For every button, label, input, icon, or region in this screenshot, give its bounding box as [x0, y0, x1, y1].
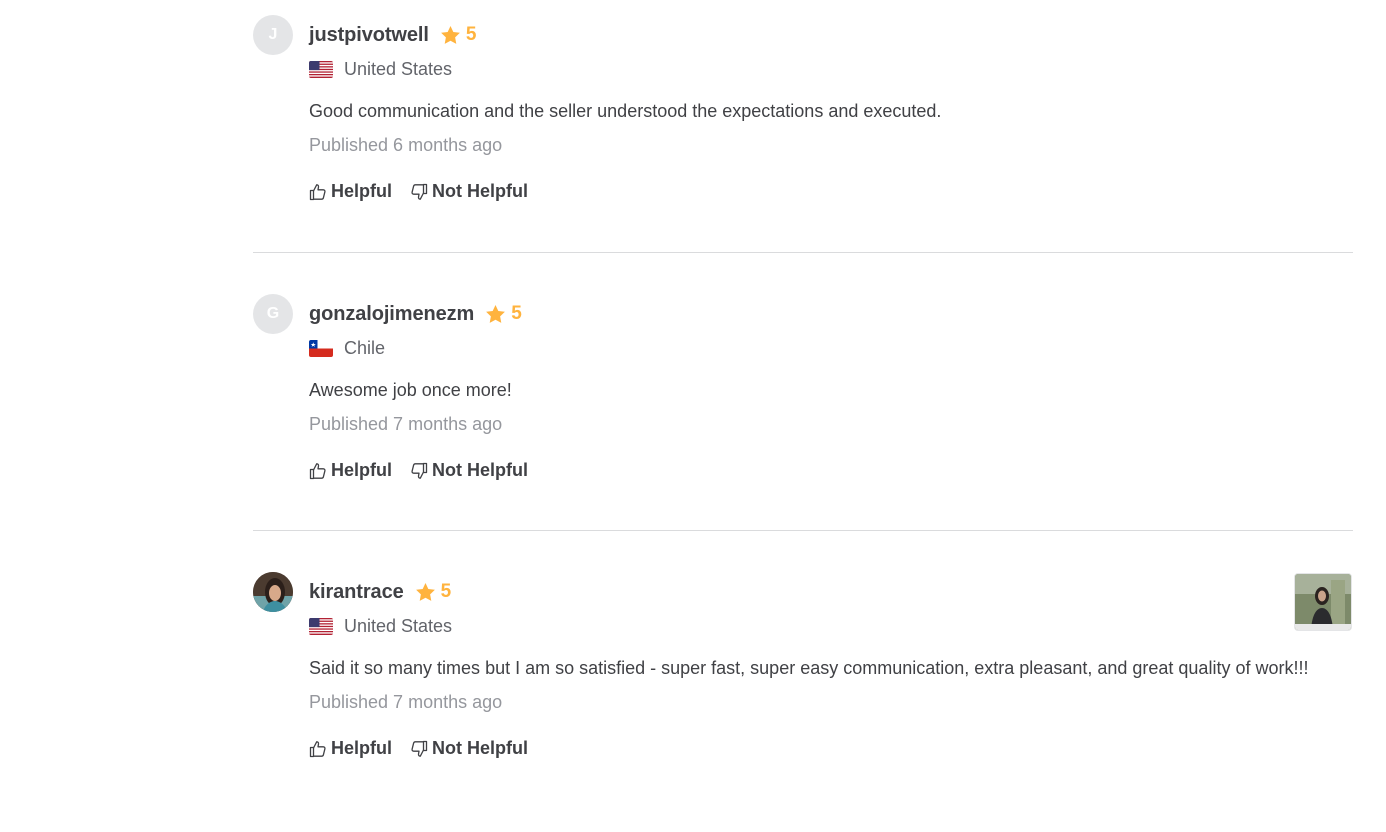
helpful-label: Helpful [331, 738, 392, 758]
avatar[interactable]: J [253, 15, 293, 55]
review-text: Awesome job once more! [309, 380, 512, 400]
us-flag-icon [309, 60, 333, 78]
helpful-button[interactable]: Helpful [309, 738, 392, 759]
rating-value: 5 [465, 24, 477, 45]
country-name: United States [344, 615, 453, 636]
reviewer-username[interactable]: justpivotwell [309, 24, 429, 47]
not-helpful-label: Not Helpful [432, 181, 528, 201]
reviewer-username[interactable]: kirantrace [309, 581, 404, 604]
rating-value: 5 [511, 303, 522, 324]
helpful-label: Helpful [331, 460, 392, 480]
not-helpful-label: Not Helpful [432, 738, 528, 758]
thumbs-down-icon [411, 183, 428, 200]
avatar-initial: J [268, 26, 278, 43]
not-helpful-button[interactable]: Not Helpful [410, 738, 528, 759]
review-divider [253, 252, 1353, 253]
reviewer-country: Chile [309, 336, 1349, 360]
rating: 5 [440, 24, 477, 46]
star-icon [415, 583, 435, 601]
review-item: G gonzalojimenezm 5 Chile Awesome job on… [253, 294, 1353, 494]
reviewer-country: United States [309, 614, 1349, 638]
user-photo-icon [253, 572, 293, 612]
review-divider [253, 530, 1353, 531]
thumbs-down-icon [411, 740, 428, 757]
not-helpful-button[interactable]: Not Helpful [410, 460, 528, 481]
reviewer-country: United States [309, 57, 1349, 81]
chile-flag-icon [309, 339, 333, 357]
us-flag-icon [309, 617, 333, 635]
rating: 5 [415, 581, 452, 603]
review-item: J justpivotwell 5 United States Good com… [253, 15, 1353, 215]
published-date: Published 7 months ago [309, 692, 503, 712]
helpful-button[interactable]: Helpful [309, 460, 392, 481]
review-content: kirantrace 5 United States Said it so ma… [309, 572, 1349, 759]
review-actions: Helpful Not Helpful [309, 460, 1349, 481]
review-content: gonzalojimenezm 5 Chile Awesome job once… [309, 294, 1349, 481]
review-content: justpivotwell 5 United States Good commu… [309, 15, 1349, 202]
thumbs-up-icon [309, 183, 326, 200]
thumbs-up-icon [309, 740, 326, 757]
reviewer-header: gonzalojimenezm 5 [309, 298, 1349, 330]
not-helpful-button[interactable]: Not Helpful [410, 181, 528, 202]
reviewer-header: justpivotwell 5 [309, 19, 1349, 51]
review-text: Good communication and the seller unders… [309, 101, 942, 121]
review-text: Said it so many times but I am so satisf… [309, 658, 1309, 678]
review-actions: Helpful Not Helpful [309, 181, 1349, 202]
star-icon [440, 26, 460, 44]
thumbs-up-icon [309, 462, 326, 479]
thumbs-down-icon [411, 462, 428, 479]
avatar-initial: G [266, 305, 280, 322]
attachment-image-icon [1295, 574, 1351, 630]
reviewer-header: kirantrace 5 [309, 576, 1349, 608]
star-icon [486, 305, 506, 323]
rating: 5 [486, 303, 522, 325]
not-helpful-label: Not Helpful [432, 460, 528, 480]
reviewer-username[interactable]: gonzalojimenezm [309, 303, 474, 326]
country-name: Chile [344, 337, 386, 358]
review-attachment-thumbnail[interactable] [1294, 573, 1352, 631]
rating-value: 5 [440, 581, 452, 602]
helpful-button[interactable]: Helpful [309, 181, 392, 202]
country-name: United States [344, 58, 453, 79]
helpful-label: Helpful [331, 181, 392, 201]
published-date: Published 7 months ago [309, 414, 503, 434]
review-actions: Helpful Not Helpful [309, 738, 1349, 759]
published-date: Published 6 months ago [309, 135, 503, 155]
avatar[interactable] [253, 572, 293, 612]
avatar[interactable]: G [253, 294, 293, 334]
review-item: kirantrace 5 United States Said it so ma… [253, 572, 1353, 812]
